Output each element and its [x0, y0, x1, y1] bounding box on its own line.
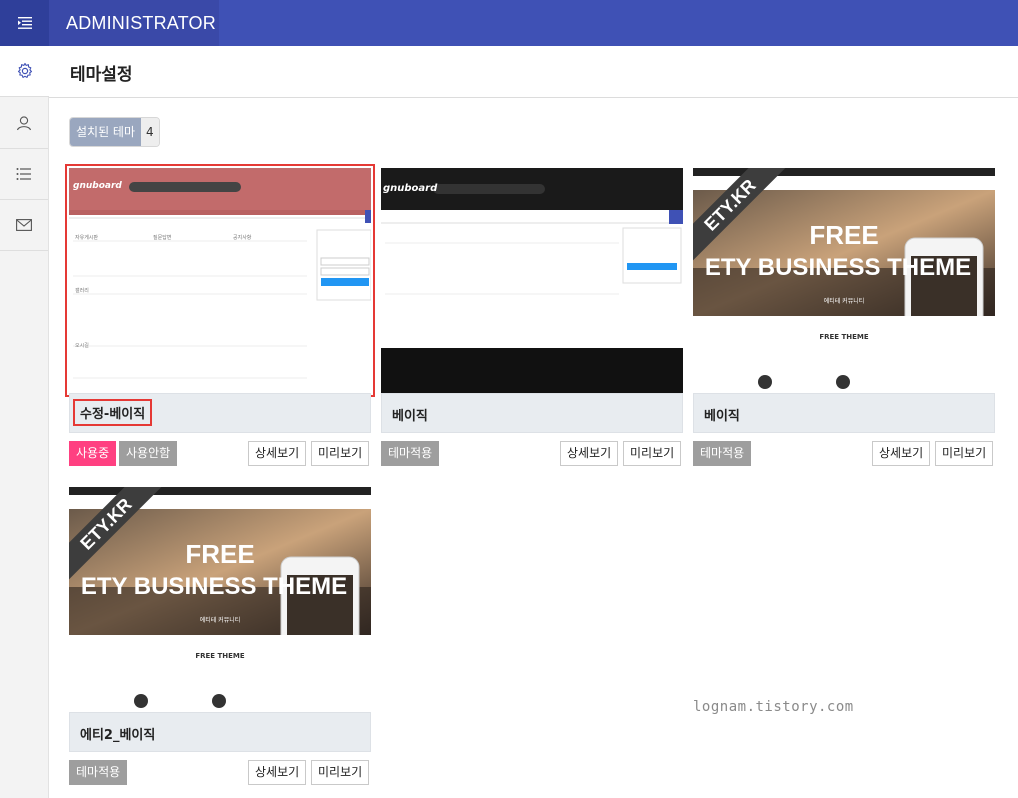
sidebar-item-boards[interactable] — [0, 149, 48, 200]
watermark-text: lognam.tistory.com — [693, 699, 854, 715]
theme-detail-button[interactable]: 상세보기 — [560, 441, 619, 466]
user-icon — [16, 116, 32, 131]
theme-name-bar: 에티2_베이직 — [69, 712, 371, 752]
sidebar — [0, 46, 49, 798]
theme-detail-button[interactable]: 상세보기 — [248, 441, 307, 466]
theme-screenshot[interactable]: ETY.KR FREE ETY BUSINESS THEME 에티테 커뮤니티 … — [693, 168, 995, 393]
theme-name: 수정-베이직 — [72, 399, 153, 426]
theme-name: 베이직 — [392, 409, 428, 424]
sidebar-item-members[interactable] — [0, 98, 48, 149]
gnuboard-dark-preview-image — [381, 168, 683, 393]
preview-hero-caption: 에티테 커뮤니티 — [823, 298, 865, 305]
installed-themes-count: 4 — [141, 118, 159, 146]
theme-name-bar: 베이직 — [693, 393, 995, 433]
theme-screenshot[interactable]: gnuboard — [381, 168, 683, 393]
preview-hero-subtitle: ETY BUSINESS THEME — [80, 573, 348, 600]
theme-apply-button[interactable]: 테마적용 — [69, 760, 128, 785]
theme-detail-button[interactable]: 상세보기 — [248, 760, 307, 785]
theme-preview-button[interactable]: 미리보기 — [311, 441, 370, 466]
theme-screenshot[interactable]: gnuboard 자유게시판 갤러리 질문답변 공지사항 오시길 — [65, 164, 375, 397]
page-title: 테마설정 — [70, 65, 133, 85]
preview-hero-subtitle: ETY BUSINESS THEME — [704, 254, 972, 281]
preview-box-title: 질문답변 — [153, 235, 172, 241]
list-icon — [16, 168, 31, 180]
preview-box-title: 갤러리 — [75, 288, 89, 294]
app-brand[interactable]: ADMINISTRATOR — [49, 0, 219, 46]
preview-box-title: 자유게시판 — [75, 235, 99, 241]
gnuboard-logo: gnuboard — [73, 181, 122, 191]
preview-box-title: 공지사항 — [233, 235, 252, 241]
theme-preview-button[interactable]: 미리보기 — [935, 441, 994, 466]
installed-themes-counter: 설치된 테마 4 — [69, 117, 160, 147]
theme-preview-button[interactable]: 미리보기 — [623, 441, 682, 466]
sidebar-item-mail[interactable] — [0, 200, 48, 251]
theme-name-bar: 수정-베이직 — [69, 393, 371, 433]
page-header: 테마설정 — [49, 46, 1018, 98]
theme-screenshot[interactable]: ETY.KR FREE ETY BUSINESS THEME 에티테 커뮤니티 … — [69, 487, 371, 712]
preview-section-title: FREE THEME — [819, 333, 869, 341]
gnuboard-preview-image — [69, 168, 371, 379]
preview-section-title: FREE THEME — [195, 652, 245, 660]
preview-box-title: 오시길 — [75, 343, 89, 349]
preview-hero-caption: 에티테 커뮤니티 — [199, 617, 241, 624]
preview-hero-title: FREE — [185, 539, 255, 569]
menu-toggle-button[interactable] — [0, 0, 49, 46]
theme-name-bar: 베이직 — [381, 393, 683, 433]
theme-apply-button[interactable]: 테마적용 — [381, 441, 440, 466]
installed-themes-label: 설치된 테마 — [70, 118, 142, 146]
theme-preview-button[interactable]: 미리보기 — [311, 760, 370, 785]
gnuboard-logo: gnuboard — [383, 183, 438, 194]
menu-icon — [17, 17, 32, 29]
theme-name: 에티2_베이직 — [80, 728, 156, 743]
theme-name: 베이직 — [704, 409, 740, 424]
sidebar-item-settings[interactable] — [0, 46, 49, 97]
gear-icon — [17, 62, 32, 78]
theme-apply-button[interactable]: 테마적용 — [693, 441, 752, 466]
mail-icon — [16, 219, 32, 231]
top-bar: ADMINISTRATOR — [0, 0, 1018, 46]
theme-in-use-button[interactable]: 사용중 — [69, 441, 117, 466]
theme-detail-button[interactable]: 상세보기 — [872, 441, 931, 466]
theme-deactivate-button[interactable]: 사용안함 — [119, 441, 178, 466]
preview-hero-title: FREE — [809, 220, 879, 250]
